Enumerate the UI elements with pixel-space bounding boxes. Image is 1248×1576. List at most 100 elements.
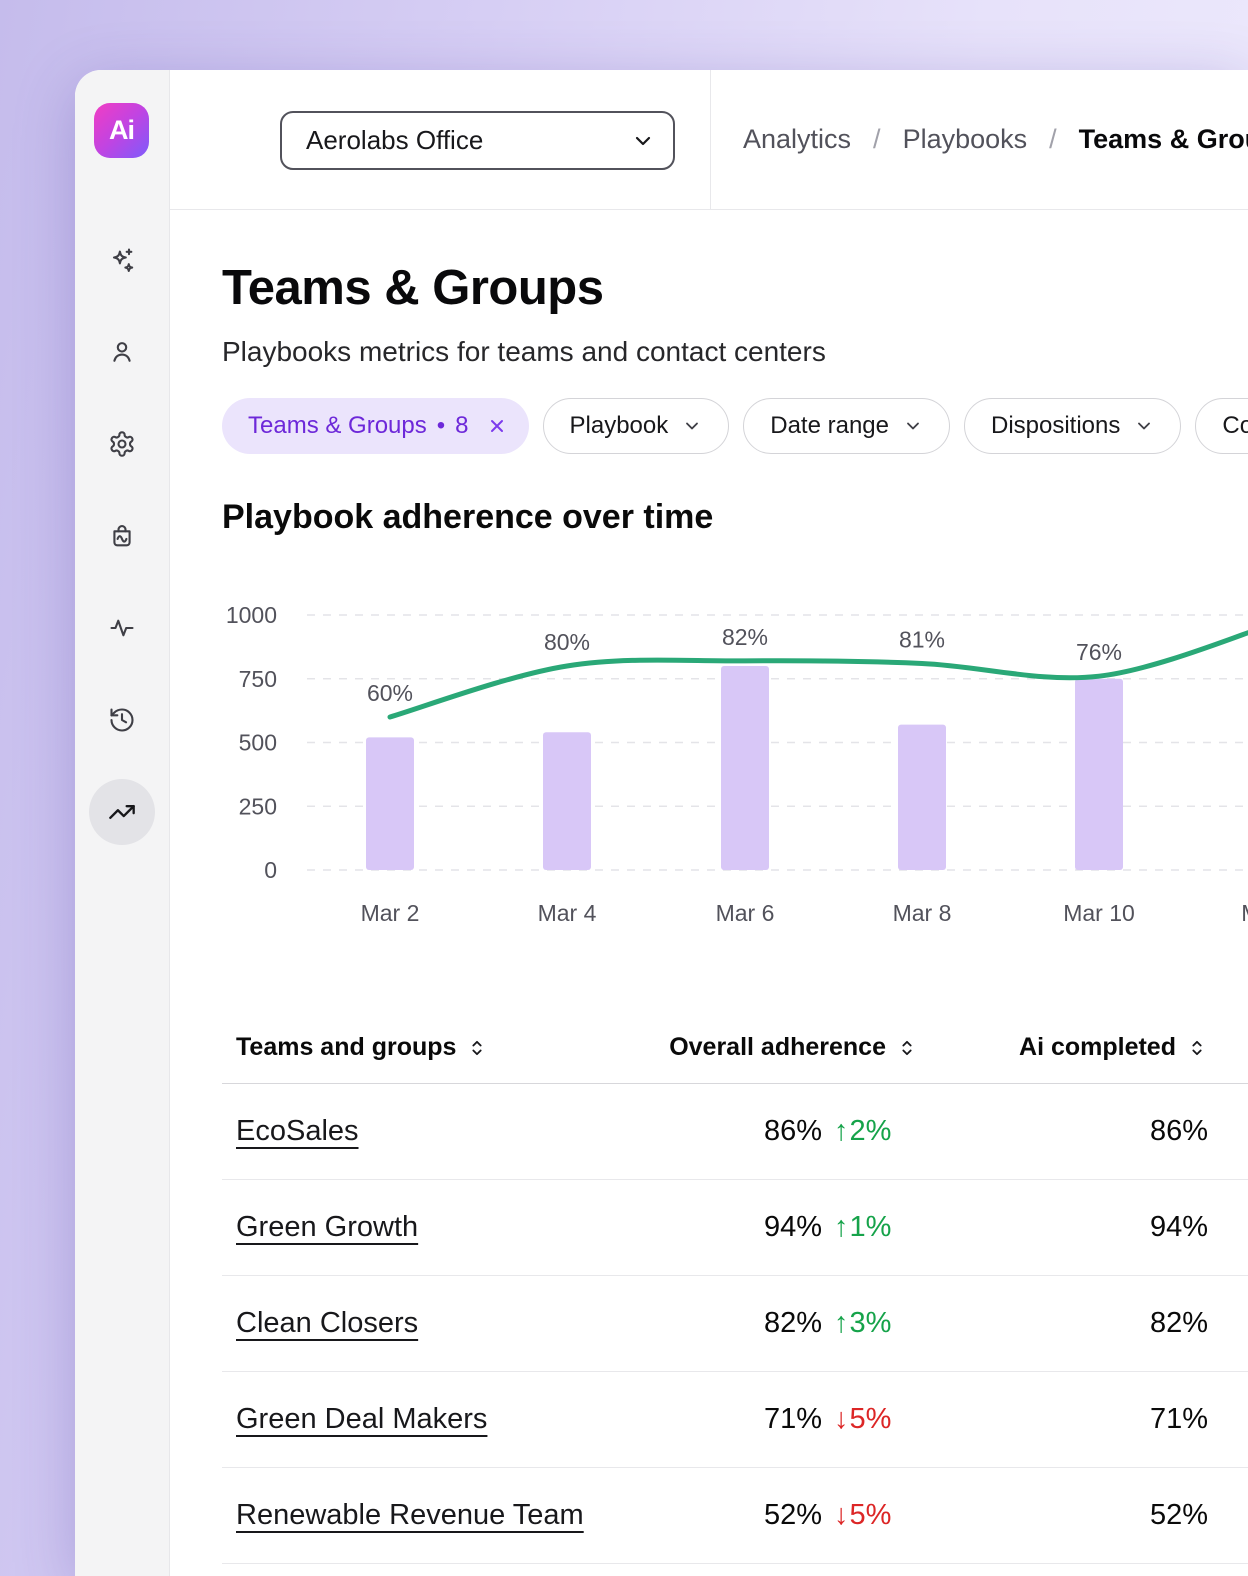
chip-label: Teams & Groups bbox=[248, 412, 427, 440]
ai-completed-value: 86% bbox=[918, 1115, 1208, 1148]
sidebar-item-settings[interactable] bbox=[89, 411, 155, 477]
team-link[interactable]: Green Deal Makers bbox=[236, 1403, 487, 1435]
adherence-cell: 71%↓5% bbox=[598, 1403, 918, 1436]
app-logo-text: Ai bbox=[109, 115, 134, 146]
x-axis-label: Mar 2 bbox=[361, 900, 420, 926]
pulse-icon bbox=[108, 614, 136, 642]
team-link[interactable]: Renewable Revenue Team bbox=[236, 1499, 584, 1531]
team-link[interactable]: EcoSales bbox=[236, 1115, 359, 1147]
breadcrumb-teams-groups: Teams & Groups bbox=[1079, 124, 1248, 155]
adherence-value: 86% bbox=[764, 1115, 822, 1148]
ai-completed-value: 71% bbox=[918, 1403, 1208, 1436]
arrow-up-icon: ↑ bbox=[834, 1307, 849, 1340]
breadcrumb-analytics[interactable]: Analytics bbox=[743, 124, 851, 155]
chevron-down-icon bbox=[903, 416, 923, 436]
chevron-down-icon bbox=[631, 129, 655, 153]
person-icon bbox=[108, 338, 136, 366]
column-header-ai-completed[interactable]: Ai completed bbox=[918, 1033, 1208, 1062]
gear-icon bbox=[108, 430, 136, 458]
workspace-selector[interactable]: Aerolabs Office bbox=[280, 111, 675, 170]
teams-table: Teams and groups Overall adherence Ai comp… bbox=[222, 1012, 1248, 1564]
column-header-label: Ai completed bbox=[1019, 1033, 1176, 1062]
y-axis-label: 250 bbox=[239, 793, 277, 819]
table-row: Clean Closers82%↑3%82% bbox=[222, 1276, 1248, 1372]
filter-dropdown-date-range[interactable]: Date range bbox=[743, 398, 950, 454]
arrow-up-icon: ↑ bbox=[834, 1211, 849, 1244]
adherence-chart: 0250500750100060%80%82%81%76%Mar 2Mar 4M… bbox=[222, 588, 1248, 933]
line-point-label: 81% bbox=[899, 626, 945, 652]
chart-section-title: Playbook adherence over time bbox=[222, 498, 713, 537]
filter-dropdown-playbook[interactable]: Playbook bbox=[543, 398, 730, 454]
table-row: EcoSales86%↑2%86% bbox=[222, 1084, 1248, 1180]
sort-icon bbox=[466, 1037, 488, 1059]
team-link[interactable]: Green Growth bbox=[236, 1211, 418, 1243]
chevron-down-icon bbox=[682, 416, 702, 436]
breadcrumb-playbooks[interactable]: Playbooks bbox=[903, 124, 1028, 155]
ai-completed-value: 82% bbox=[918, 1307, 1208, 1340]
y-axis-label: 1000 bbox=[226, 602, 277, 628]
adherence-value: 82% bbox=[764, 1307, 822, 1340]
x-axis-label: Mar 10 bbox=[1063, 900, 1135, 926]
chip-label: Dispositions bbox=[991, 412, 1120, 440]
app-logo[interactable]: Ai bbox=[94, 103, 149, 158]
line-point-label: 60% bbox=[367, 680, 413, 706]
filter-chip-teams-groups[interactable]: Teams & Groups•8 bbox=[222, 398, 529, 454]
sidebar: Ai bbox=[75, 70, 170, 1576]
sidebar-nav bbox=[75, 227, 169, 845]
adherence-delta: ↑3% bbox=[834, 1307, 918, 1340]
sidebar-item-assistant[interactable] bbox=[89, 227, 155, 293]
page-title: Teams & Groups bbox=[222, 260, 603, 316]
chip-count: 8 bbox=[455, 412, 468, 440]
sidebar-item-activity[interactable] bbox=[89, 595, 155, 661]
adherence-value: 94% bbox=[764, 1211, 822, 1244]
volume-bar bbox=[898, 725, 946, 870]
sidebar-item-history[interactable] bbox=[89, 687, 155, 753]
breadcrumb: Analytics/Playbooks/Teams & Groups bbox=[743, 70, 1248, 209]
desktop-background: { "window": { "logo": "Ai", "workspace_s… bbox=[0, 0, 1248, 1576]
filter-dropdown-co[interactable]: Co bbox=[1195, 398, 1248, 454]
column-header-label: Overall adherence bbox=[669, 1033, 886, 1062]
arrow-down-icon: ↓ bbox=[834, 1499, 849, 1532]
table-header-row: Teams and groups Overall adherence Ai comp… bbox=[222, 1012, 1248, 1084]
line-point-label: 76% bbox=[1076, 639, 1122, 665]
adherence-cell: 82% ↑3% bbox=[598, 1307, 918, 1340]
chip-label: Co bbox=[1222, 412, 1248, 440]
column-header-teams-and-groups[interactable]: Teams and groups bbox=[236, 1033, 598, 1062]
adherence-delta: ↑1% bbox=[834, 1211, 918, 1244]
ai-completed-value: 94% bbox=[918, 1211, 1208, 1244]
x-axis-label: Mar 12 bbox=[1241, 900, 1248, 926]
history-icon bbox=[108, 706, 136, 734]
arrow-up-icon: ↑ bbox=[834, 1115, 849, 1148]
sort-icon bbox=[1186, 1037, 1208, 1059]
x-axis-label: Mar 8 bbox=[893, 900, 952, 926]
chip-label: Date range bbox=[770, 412, 889, 440]
x-axis-label: Mar 6 bbox=[716, 900, 775, 926]
table-row: Green Deal Makers71%↓5%71% bbox=[222, 1372, 1248, 1468]
topbar-divider bbox=[710, 70, 711, 209]
adherence-cell: 86%↑2% bbox=[598, 1115, 918, 1148]
y-axis-label: 750 bbox=[239, 666, 277, 692]
volume-bar bbox=[366, 737, 414, 870]
line-point-label: 82% bbox=[722, 624, 768, 650]
filter-dropdown-dispositions[interactable]: Dispositions bbox=[964, 398, 1181, 454]
close-icon[interactable] bbox=[487, 416, 507, 436]
volume-bar bbox=[543, 732, 591, 870]
volume-bar bbox=[1075, 679, 1123, 870]
sidebar-item-playbooks[interactable] bbox=[89, 503, 155, 569]
table-row: Renewable Revenue Team52%↓5%52% bbox=[222, 1468, 1248, 1564]
sidebar-item-contacts[interactable] bbox=[89, 319, 155, 385]
breadcrumb-separator: / bbox=[873, 124, 881, 155]
sidebar-item-analytics[interactable] bbox=[89, 779, 155, 845]
team-link[interactable]: Clean Closers bbox=[236, 1307, 418, 1339]
sparkles-icon bbox=[108, 246, 136, 274]
filter-chips-row: Teams & Groups•8 Playbook Date range Dispos… bbox=[222, 398, 1248, 454]
adherence-value: 71% bbox=[764, 1403, 822, 1436]
adherence-cell: 52%↓5% bbox=[598, 1499, 918, 1532]
chip-label: Playbook bbox=[570, 412, 669, 440]
arrow-down-icon: ↓ bbox=[834, 1403, 849, 1436]
y-axis-label: 500 bbox=[239, 730, 277, 756]
topbar: Aerolabs Office Analytics/Playbooks/Team… bbox=[170, 70, 1248, 210]
column-header-overall-adherence[interactable]: Overall adherence bbox=[598, 1033, 918, 1062]
line-point-label: 80% bbox=[544, 629, 590, 655]
x-axis-label: Mar 4 bbox=[538, 900, 597, 926]
